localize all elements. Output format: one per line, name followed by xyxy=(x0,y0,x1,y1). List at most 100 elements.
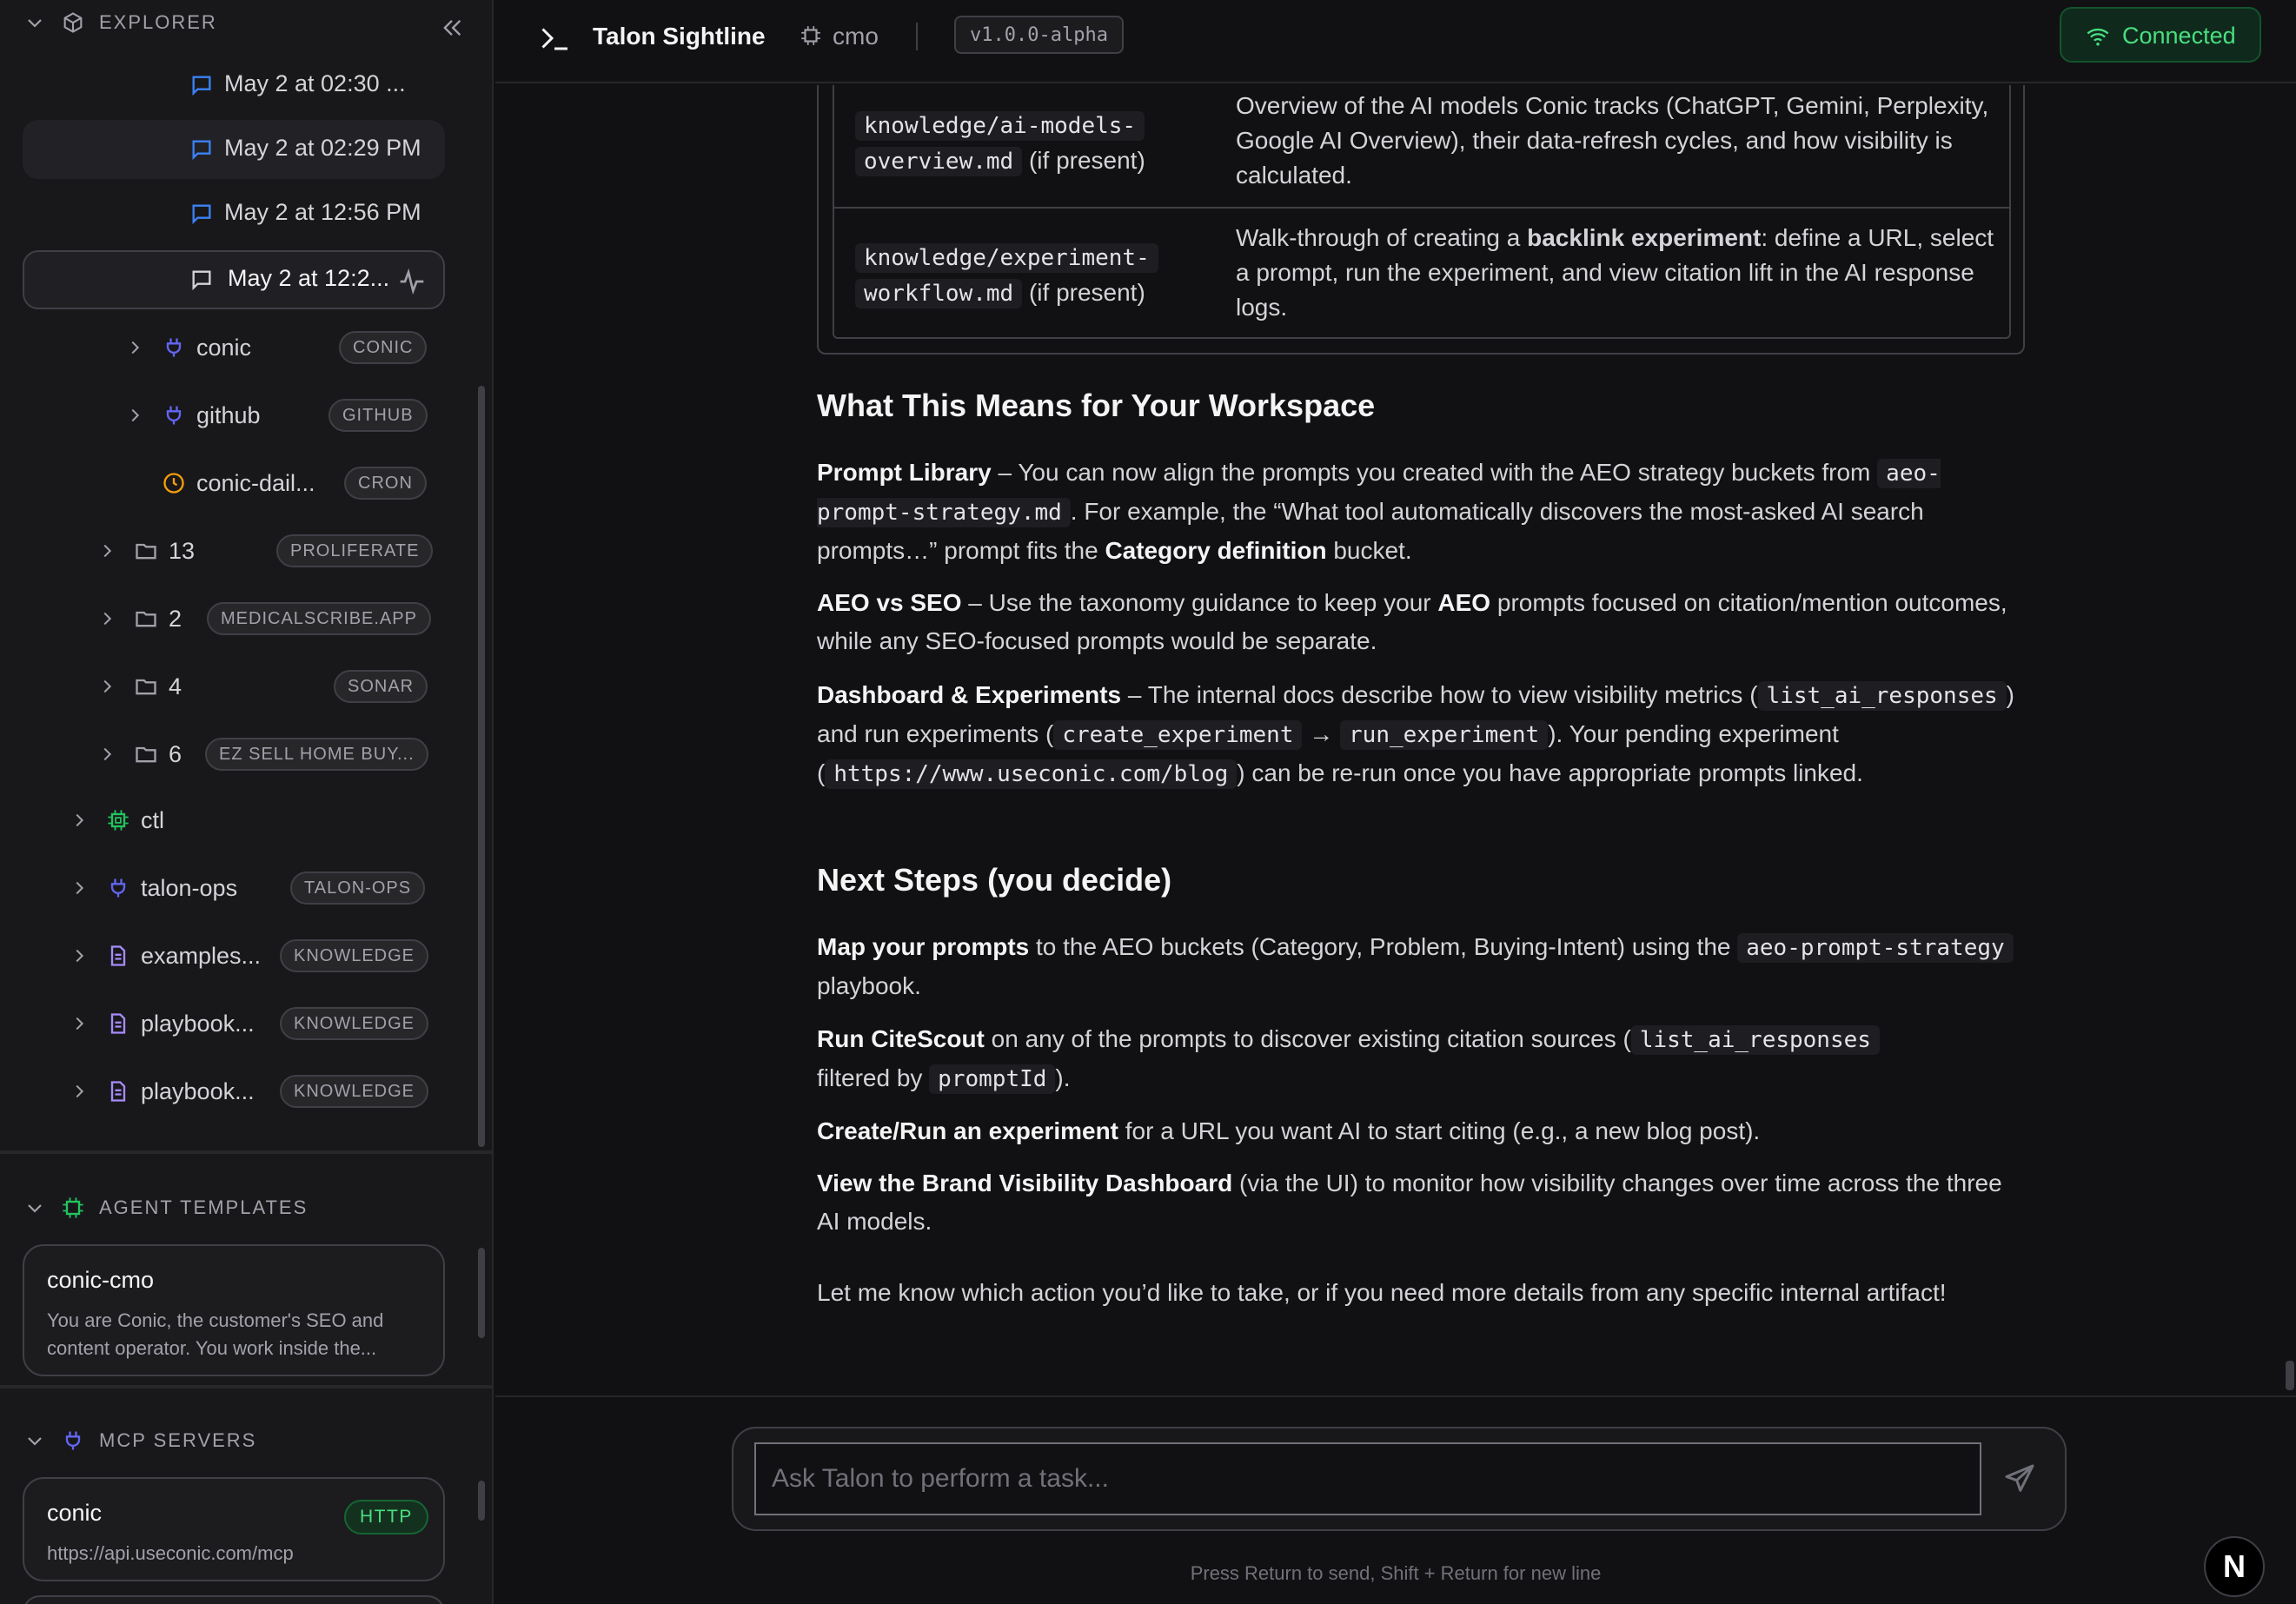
table-cell-file: knowledge/experiment- workflow.md (if pr… xyxy=(855,240,1194,311)
text: for a URL you want AI to start citing (e… xyxy=(1118,1117,1761,1144)
tree-item-label: ctl xyxy=(141,806,164,833)
chat-item-label: May 2 at 02:30 ... xyxy=(224,70,406,96)
mcp-server-card[interactable] xyxy=(23,1595,445,1604)
tree-item-badge: KNOWLEDGE xyxy=(280,1007,429,1040)
explorer-header[interactable]: EXPLORER xyxy=(0,0,492,45)
closing-paragraph: Let me know which action you’d like to t… xyxy=(817,1279,1947,1306)
chat-item-label: May 2 at 12:56 PM xyxy=(224,199,421,225)
activity-icon xyxy=(400,268,424,295)
chevron-down-icon xyxy=(28,1437,42,1446)
tree-item-cron[interactable]: conic-dail... CRON xyxy=(0,455,492,511)
chat-item[interactable]: May 2 at 02:29 PM xyxy=(23,120,445,179)
send-icon[interactable] xyxy=(2002,1461,2037,1496)
tree-item-playbook[interactable]: playbook... KNOWLEDGE xyxy=(0,1064,492,1119)
tree-item-conic[interactable]: conic CONIC xyxy=(0,320,492,375)
chip-icon xyxy=(108,810,129,831)
tree-item-examples[interactable]: examples... KNOWLEDGE xyxy=(0,928,492,984)
table-cell-description: Overview of the AI models Conic tracks (… xyxy=(1236,92,1989,189)
section-divider[interactable] xyxy=(0,1385,492,1389)
explorer-scrollbar[interactable] xyxy=(478,386,485,1147)
folder-icon xyxy=(136,746,156,763)
tree-item-talon-ops[interactable]: talon-ops TALON-OPS xyxy=(0,860,492,916)
step-view-dashboard: View the Brand Visibility Dashboard (via… xyxy=(817,1164,2025,1241)
text: – You can now align the prompts you crea… xyxy=(991,459,1878,486)
n-button[interactable]: N xyxy=(2204,1536,2265,1597)
chat-item-label: May 2 at 02:29 PM xyxy=(224,135,421,161)
mcp-servers-header[interactable]: MCP SERVERS xyxy=(0,1418,492,1463)
tree-item-label: playbook... xyxy=(141,1077,255,1104)
collapse-sidebar-icon[interactable] xyxy=(440,16,464,40)
connection-status[interactable]: Connected xyxy=(2060,7,2261,63)
tree-item-ctl[interactable]: ctl xyxy=(0,792,492,848)
mcp-scrollbar[interactable] xyxy=(478,1481,485,1521)
transcript-scrollbar[interactable] xyxy=(2286,1361,2294,1390)
chevron-right-icon xyxy=(131,408,140,422)
folder-icon xyxy=(136,611,156,627)
mcp-server-protocol-badge: HTTP xyxy=(344,1500,428,1534)
plug-icon xyxy=(166,406,182,425)
tree-item-playbook[interactable]: playbook... KNOWLEDGE xyxy=(0,996,492,1051)
tree-item-badge: KNOWLEDGE xyxy=(280,939,429,972)
text: – The internal docs describe how to view… xyxy=(1121,681,1758,708)
folder-icon xyxy=(136,679,156,695)
bold-text: Dashboard & Experiments xyxy=(817,681,1122,708)
folder-icon xyxy=(136,543,156,560)
tree-item-badge: EZ SELL HOME BUY... xyxy=(205,738,428,771)
chat-bubble-icon xyxy=(192,204,211,225)
agent-templates-title: AGENT TEMPLATES xyxy=(99,1196,309,1218)
chevron-right-icon xyxy=(76,881,84,895)
chat-transcript[interactable]: knowledge/ai-models- overview.md (if pre… xyxy=(495,85,2296,1395)
chat-item[interactable]: May 2 at 12:56 PM xyxy=(23,184,445,243)
explorer-title: EXPLORER xyxy=(99,11,217,33)
arrow-glyph: → xyxy=(1302,720,1341,747)
file-path: knowledge/ai-models- xyxy=(855,111,1145,141)
tree-item-badge: KNOWLEDGE xyxy=(280,1075,429,1108)
paragraph-aeo-vs-seo: AEO vs SEO – Use the taxonomy guidance t… xyxy=(817,584,2025,660)
text: – Use the taxonomy guidance to keep your xyxy=(961,589,1438,616)
inline-code: aeo-prompt-strategy xyxy=(1737,933,2014,963)
mcp-server-url: https://api.useconic.com/mcp xyxy=(47,1542,294,1564)
task-input[interactable] xyxy=(754,1442,1981,1515)
tree-item-folder-4[interactable]: 4 SONAR xyxy=(0,659,492,714)
bold-text: Category definition xyxy=(1105,537,1327,564)
tree-item-folder-13[interactable]: 13 PROLIFERATE xyxy=(0,523,492,579)
agent-template-card[interactable]: conic-cmo You are Conic, the customer's … xyxy=(23,1244,445,1376)
app-title: Talon Sightline xyxy=(593,23,766,50)
inline-code: promptId xyxy=(929,1064,1056,1094)
tree-item-label: 6 xyxy=(169,740,182,767)
bold-text: Run CiteScout xyxy=(817,1025,985,1052)
file-path: overview.md xyxy=(855,147,1023,176)
chevron-down-icon xyxy=(28,19,42,28)
section-divider[interactable] xyxy=(0,1150,492,1154)
text: to the AEO buckets (Category, Problem, B… xyxy=(1029,933,1738,960)
tree-item-label: 2 xyxy=(169,605,182,632)
tree-item-folder-6[interactable]: 6 EZ SELL HOME BUY... xyxy=(0,726,492,782)
tree-item-label: 4 xyxy=(169,673,182,699)
tree-item-folder-2[interactable]: 2 MEDICALSCRIBE.APP xyxy=(0,591,492,646)
agent-templates-header[interactable]: AGENT TEMPLATES xyxy=(0,1185,492,1230)
chevron-right-icon xyxy=(76,1084,84,1098)
inline-code: https://www.useconic.com/blog xyxy=(825,759,1238,789)
table-cell-file: knowledge/ai-models- overview.md (if pre… xyxy=(855,108,1185,179)
chat-item-active[interactable]: May 2 at 12:2... xyxy=(23,250,445,309)
bold-text: AEO xyxy=(1437,589,1491,616)
composer-hint: Press Return to send, Shift + Return for… xyxy=(1190,1562,1602,1584)
tree-item-label: 13 xyxy=(169,537,196,564)
terminal-prompt-icon xyxy=(541,28,567,50)
agent-template-description: You are Conic, the customer's SEO and co… xyxy=(47,1309,384,1359)
mcp-server-card[interactable]: conic HTTP https://api.useconic.com/mcp xyxy=(23,1477,445,1581)
tree-item-github[interactable]: github GITHUB xyxy=(0,388,492,443)
chat-bubble-icon xyxy=(192,140,211,161)
cube-icon xyxy=(63,12,83,33)
chat-item[interactable]: May 2 at 02:30 ... xyxy=(23,56,445,115)
chevron-down-icon xyxy=(28,1204,42,1213)
tree-item-label: examples... xyxy=(141,942,262,969)
paragraph-dashboard: Dashboard & Experiments – The internal d… xyxy=(817,676,2025,793)
agent-name[interactable]: cmo xyxy=(833,23,879,50)
chevron-right-icon xyxy=(103,544,112,558)
text: bucket. xyxy=(1326,537,1412,564)
document-icon xyxy=(110,945,126,966)
templates-scrollbar[interactable] xyxy=(478,1248,485,1338)
inline-code: list_ai_responses xyxy=(1757,681,2007,711)
tree-item-label: conic-dail... xyxy=(196,469,315,496)
